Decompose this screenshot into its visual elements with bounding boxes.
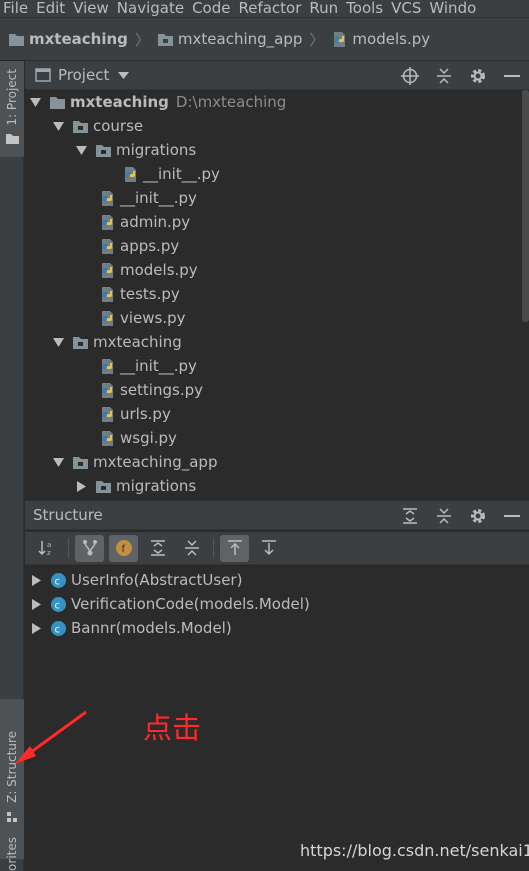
watermark: https://blog.csdn.net/senkai123 <box>300 841 529 860</box>
annotation-text: 点击 <box>143 711 202 745</box>
annotation-arrow <box>15 710 87 764</box>
